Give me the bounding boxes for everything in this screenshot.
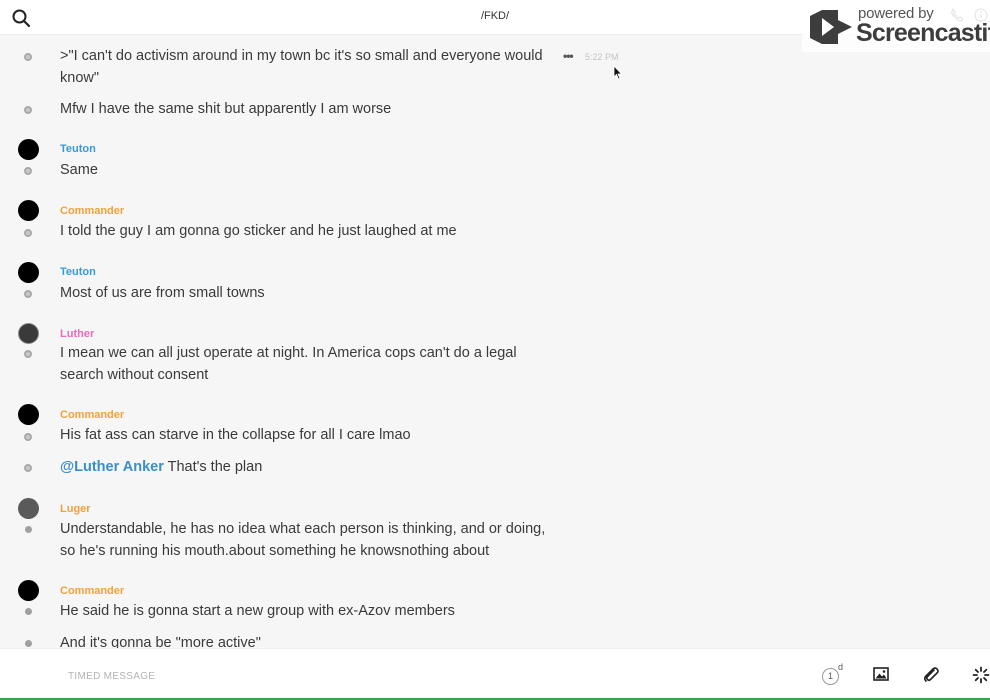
message-author[interactable]: Luther — [60, 328, 94, 340]
message-text: >"I can't do activism around in my town … — [60, 48, 543, 86]
read-status-dot — [24, 229, 32, 237]
message-author[interactable]: Commander — [60, 409, 124, 421]
avatar[interactable] — [18, 498, 39, 519]
message-text: @Luther Anker That's the plan — [60, 457, 550, 479]
message-author[interactable]: Commander — [60, 205, 124, 217]
read-status-dot — [25, 640, 32, 647]
message-author[interactable]: Commander — [60, 585, 124, 597]
avatar[interactable] — [18, 139, 39, 160]
message-author[interactable]: Teuton — [60, 266, 96, 278]
avatar[interactable] — [18, 262, 39, 283]
message-text: Most of us are from small towns — [60, 285, 265, 301]
message-text: Mfw I have the same shit but apparently … — [60, 101, 392, 117]
read-status-dot — [24, 290, 32, 298]
mouse-cursor-icon — [613, 65, 623, 80]
avatar[interactable] — [18, 200, 39, 221]
image-icon[interactable] — [873, 666, 891, 684]
message-text: I mean we can all just operate at night.… — [60, 345, 517, 383]
message-text: He said he is gonna start a new group wi… — [60, 603, 455, 619]
message-author[interactable]: Luger — [60, 503, 91, 515]
message-feed[interactable]: >"I can't do activism around in my town … — [0, 34, 990, 648]
message-text: His fat ass can starve in the collapse f… — [60, 427, 411, 443]
read-status-dot — [24, 167, 32, 175]
timer-value: 1 — [822, 668, 839, 685]
user-mention-link[interactable]: @Luther Anker — [60, 459, 164, 475]
avatar[interactable] — [18, 323, 39, 344]
read-status-dot — [25, 608, 32, 615]
read-status-dot — [24, 53, 32, 61]
read-status-dot — [24, 464, 32, 472]
avatar[interactable] — [18, 404, 39, 425]
message-text: Understandable, he has no idea what each… — [60, 521, 546, 559]
message-text: And it's gonna be "more active" — [60, 635, 261, 648]
sparkle-icon[interactable] — [972, 666, 990, 684]
timer-unit: d — [838, 662, 844, 672]
message-timestamp: 5:22 PM — [585, 52, 619, 62]
timed-message-input[interactable] — [66, 666, 670, 686]
message-author[interactable]: Teuton — [60, 143, 96, 155]
message-text: I told the guy I am gonna go sticker and… — [60, 223, 457, 239]
avatar[interactable] — [18, 580, 39, 601]
paperclip-icon[interactable] — [922, 666, 940, 684]
message-more-button[interactable]: ••• — [563, 49, 574, 63]
message-text-body: That's the plan — [163, 459, 263, 475]
message-text: Same — [60, 162, 98, 178]
read-status-dot — [24, 350, 32, 358]
timer-button[interactable]: 1 d — [822, 662, 844, 686]
message-composer: 1 d — [0, 648, 990, 699]
read-status-dot — [24, 433, 32, 441]
read-status-dot — [24, 106, 32, 114]
read-status-dot — [25, 526, 32, 533]
